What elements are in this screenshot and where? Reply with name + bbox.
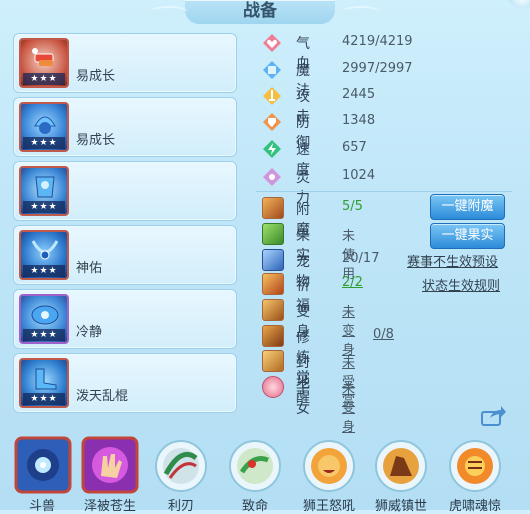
fruit-icon bbox=[262, 223, 284, 245]
skill-label-7: 虎啸魂惊 bbox=[448, 499, 501, 514]
firecracker-icon bbox=[32, 48, 54, 66]
share-icon[interactable] bbox=[481, 404, 507, 426]
skill-slot-6[interactable] bbox=[372, 436, 430, 496]
equip-slot-6[interactable]: ★★★ 泼天乱棍 bbox=[13, 353, 237, 413]
stat-value: 657 bbox=[342, 140, 367, 155]
equip-stars-1: ★★★ bbox=[23, 73, 65, 85]
equip-label-6: 泼天乱棍 bbox=[76, 389, 129, 404]
equip-label-2: 易成长 bbox=[76, 133, 116, 148]
spirit-gem-icon bbox=[263, 168, 281, 186]
lion-roar-icon bbox=[303, 440, 355, 492]
equip-label-5: 冷静 bbox=[76, 325, 103, 340]
stat-value: 2445 bbox=[342, 87, 376, 102]
equip-label-1: 易成长 bbox=[76, 69, 116, 84]
helmet-icon bbox=[34, 116, 56, 134]
equip-icon-6: ★★★ bbox=[19, 358, 69, 408]
skill-label-6: 狮威镇世 bbox=[374, 499, 427, 514]
equip-stars-3: ★★★ bbox=[23, 201, 65, 213]
equip-slot-4[interactable]: ★★★ 神佑 bbox=[13, 225, 237, 285]
equip-icon-3: ★★★ bbox=[19, 166, 69, 216]
attr-value: 20/17 bbox=[342, 251, 380, 266]
equip-icon-1: ★★★ bbox=[19, 38, 69, 88]
equip-icon-5: ★★★ bbox=[19, 294, 69, 344]
enchant-icon bbox=[262, 197, 284, 219]
one-click-enchant-button[interactable]: 一键附魔 bbox=[430, 194, 505, 220]
equip-slot-3[interactable]: ★★★ bbox=[13, 161, 237, 221]
cultivation-icon bbox=[262, 325, 284, 347]
necklace-icon bbox=[31, 240, 59, 260]
attr-value: 5/5 bbox=[342, 199, 363, 214]
belt-icon bbox=[31, 305, 59, 325]
skill-slot-5[interactable] bbox=[300, 436, 358, 496]
blade-icon bbox=[155, 440, 207, 492]
stat-value: 1348 bbox=[342, 113, 376, 128]
blessing-icon bbox=[262, 273, 284, 295]
equip-slot-5[interactable]: ★★★ 冷静 bbox=[13, 289, 237, 349]
stat-value: 4219/4219 bbox=[342, 34, 413, 49]
beast-fight-icon bbox=[14, 436, 72, 494]
window-title-bar: 战备 bbox=[185, 0, 335, 24]
diamond-gem-icon bbox=[263, 61, 281, 79]
child-icon bbox=[262, 376, 284, 398]
armor-icon bbox=[35, 176, 55, 198]
stat-value: 2997/2997 bbox=[342, 61, 413, 76]
sword-gem-icon bbox=[263, 87, 281, 105]
one-click-fruit-button[interactable]: 一键果实 bbox=[430, 223, 505, 249]
page-title: 战备 bbox=[243, 1, 277, 21]
skill-label-4: 致命 bbox=[241, 499, 268, 514]
equip-stars-2: ★★★ bbox=[23, 137, 65, 149]
tiger-roar-icon bbox=[449, 440, 501, 492]
equip-label-4: 神佑 bbox=[76, 261, 103, 276]
equip-stars-4: ★★★ bbox=[23, 265, 65, 277]
skill-slot-1[interactable] bbox=[14, 436, 72, 496]
status-rules-link[interactable]: 状态生效规则 bbox=[422, 275, 500, 294]
skill-label-3: 利刃 bbox=[167, 499, 194, 514]
attr-name: 子女 bbox=[296, 381, 310, 417]
fief-icon bbox=[262, 350, 284, 372]
heart-gem-icon bbox=[263, 34, 281, 52]
attr-value[interactable]: 2/2 bbox=[342, 275, 363, 290]
lion-might-icon bbox=[375, 440, 427, 492]
attr-value[interactable]: 0/8 bbox=[373, 327, 394, 342]
skill-label-2: 泽被苍生 bbox=[83, 499, 136, 514]
boots-icon bbox=[35, 368, 57, 390]
equip-icon-2: ★★★ bbox=[19, 102, 69, 152]
section-divider bbox=[256, 191, 512, 192]
bless-hand-icon bbox=[81, 436, 139, 494]
equip-stars-5: ★★★ bbox=[23, 329, 65, 341]
equip-slot-2[interactable]: ★★★ 易成长 bbox=[13, 97, 237, 157]
skill-slot-2[interactable] bbox=[81, 436, 139, 496]
skill-slot-3[interactable] bbox=[152, 436, 210, 496]
attr-value[interactable]: 未变身 bbox=[342, 301, 355, 358]
equip-stars-6: ★★★ bbox=[23, 393, 65, 405]
equip-icon-4: ★★★ bbox=[19, 230, 69, 280]
attr-value[interactable]: 未变身 bbox=[342, 378, 355, 435]
pet-icon bbox=[262, 249, 284, 271]
equip-slot-1[interactable]: ★★★ 易成长 bbox=[13, 33, 237, 93]
transform-icon bbox=[262, 299, 284, 321]
corner-orb-icon bbox=[508, 0, 530, 8]
speed-gem-icon bbox=[263, 140, 281, 158]
title-ornament-right bbox=[342, 6, 380, 18]
pet-preset-link[interactable]: 赛事不生效预设 bbox=[407, 251, 498, 270]
skill-slot-7[interactable] bbox=[446, 436, 504, 496]
title-ornament-left bbox=[150, 6, 188, 18]
fatal-icon bbox=[229, 440, 281, 492]
stat-value: 1024 bbox=[342, 168, 376, 183]
skill-label-5: 狮王怒吼 bbox=[302, 499, 355, 514]
skill-slot-4[interactable] bbox=[226, 436, 284, 496]
shield-gem-icon bbox=[263, 113, 281, 131]
